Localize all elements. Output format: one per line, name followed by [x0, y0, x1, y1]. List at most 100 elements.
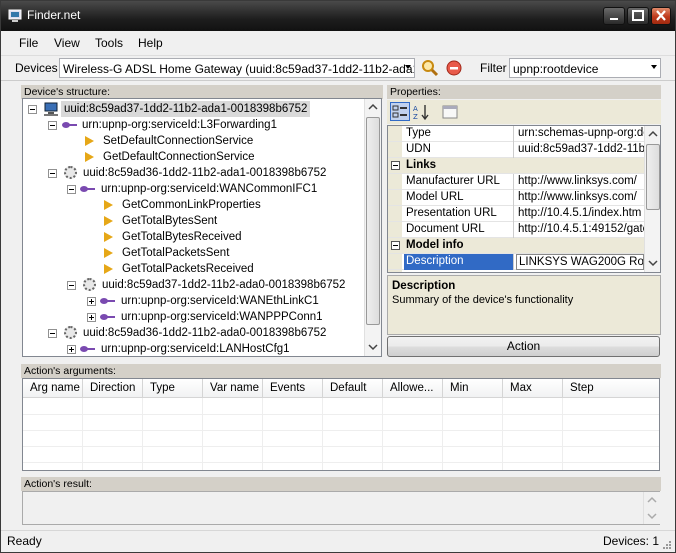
devices-label: Devices	[15, 61, 58, 75]
scroll-down-icon[interactable]	[644, 508, 660, 524]
property-value: http://10.4.5.1/index.htm	[518, 207, 642, 219]
collapse-icon[interactable]	[67, 185, 76, 194]
categorized-button[interactable]	[390, 102, 410, 121]
scroll-up-icon[interactable]	[644, 492, 660, 508]
device-count: Devices: 1	[603, 534, 660, 548]
sort-alpha-icon[interactable]: A Z	[412, 103, 432, 121]
property-value: http://10.4.5.1:49152/gate	[518, 223, 644, 235]
collapse-icon[interactable]	[67, 281, 76, 290]
action-icon	[104, 248, 113, 258]
scroll-down-icon[interactable]	[365, 339, 381, 355]
tree-node-label: GetDefaultConnectionService	[103, 151, 255, 163]
tree-node-action[interactable]: GetTotalPacketsReceived	[23, 261, 363, 277]
tree-node-device[interactable]: uuid:8c59ad36-1dd2-11b2-ada1-0018398b675…	[23, 165, 363, 181]
grid-line	[23, 446, 659, 447]
expand-icon[interactable]	[87, 313, 96, 322]
expand-icon[interactable]	[67, 345, 76, 354]
arguments-table[interactable]: Arg name Direction Type Var name Events …	[22, 378, 660, 471]
search-icon[interactable]	[421, 59, 439, 77]
tree-node-action[interactable]: GetTotalBytesReceived	[23, 229, 363, 245]
tree-node-action[interactable]: GetDefaultConnectionService	[23, 149, 363, 165]
tree-node-device[interactable]: uuid:8c59ad36-1dd2-11b2-ada0-0018398b675…	[23, 325, 363, 341]
device-select-value: Wireless-G ADSL Home Gateway (uuid:8c59a…	[63, 62, 415, 76]
menu-view[interactable]: View	[54, 36, 80, 50]
property-row-presentation-url[interactable]: Presentation URL http://10.4.5.1/index.h…	[388, 206, 644, 222]
close-icon	[656, 10, 666, 21]
tree-node-root-device[interactable]: uuid:8c59ad37-1dd2-11b2-ada1-0018398b675…	[23, 101, 363, 117]
scroll-up-icon[interactable]	[645, 126, 661, 142]
tree-node-label: urn:upnp-org:serviceId:LANHostCfg1	[101, 343, 290, 355]
column-var-name[interactable]: Var name	[203, 379, 263, 398]
collapse-icon[interactable]	[48, 121, 57, 130]
collapse-icon[interactable]	[48, 329, 57, 338]
service-icon	[80, 346, 95, 352]
tree-node-action[interactable]: SetDefaultConnectionService	[23, 133, 363, 149]
collapse-icon[interactable]	[391, 241, 400, 250]
column-arg-name[interactable]: Arg name	[23, 379, 83, 398]
expand-icon[interactable]	[87, 297, 96, 306]
property-row-document-url[interactable]: Document URL http://10.4.5.1:49152/gate	[388, 222, 644, 238]
tree-node-service[interactable]: urn:upnp-org:serviceId:WANPPPConn1	[23, 309, 363, 325]
minimize-button[interactable]	[603, 7, 625, 25]
action-button[interactable]: Action	[387, 336, 660, 357]
tree-node-service[interactable]: urn:upnp-org:serviceId:LANHostCfg1	[23, 341, 363, 356]
tree-node-service[interactable]: urn:upnp-org:serviceId:L3Forwarding1	[23, 117, 363, 133]
stop-icon[interactable]	[445, 59, 463, 77]
resize-grip-icon[interactable]	[661, 539, 673, 551]
grid-line	[322, 398, 323, 470]
maximize-icon	[632, 10, 644, 21]
column-events[interactable]: Events	[263, 379, 323, 398]
result-textbox[interactable]	[22, 491, 660, 525]
menu-help[interactable]: Help	[138, 36, 163, 50]
property-row-type[interactable]: Type urn:schemas-upnp-org:dev	[388, 126, 644, 142]
tree-node-service[interactable]: urn:upnp-org:serviceId:WANCommonIFC1	[23, 181, 363, 197]
tree-node-device[interactable]: uuid:8c59ad37-1dd2-11b2-ada0-0018398b675…	[23, 277, 363, 293]
tree-node-action[interactable]: GetTotalBytesSent	[23, 213, 363, 229]
result-scrollbar[interactable]	[643, 492, 660, 524]
property-category-links[interactable]: Links	[388, 158, 644, 174]
column-default[interactable]: Default	[323, 379, 383, 398]
column-allowed[interactable]: Allowe...	[383, 379, 443, 398]
device-select[interactable]: Wireless-G ADSL Home Gateway (uuid:8c59a…	[59, 58, 415, 78]
tree-scroll-thumb[interactable]	[366, 117, 380, 325]
tree-scrollbar[interactable]	[364, 99, 381, 356]
chevron-down-icon	[405, 65, 411, 69]
filter-select[interactable]: upnp:rootdevice	[509, 58, 661, 78]
property-row-manufacturer-url[interactable]: Manufacturer URL http://www.linksys.com/	[388, 174, 644, 190]
column-type[interactable]: Type	[143, 379, 203, 398]
scroll-down-icon[interactable]	[645, 255, 661, 271]
menu-tools[interactable]: Tools	[95, 36, 123, 50]
tree-node-action[interactable]: GetTotalPacketsSent	[23, 245, 363, 261]
property-key: Document URL	[404, 222, 514, 238]
title-bar[interactable]: Finder.net	[1, 1, 675, 31]
categorized-icon	[392, 105, 407, 118]
column-step[interactable]: Step	[563, 379, 659, 398]
property-key: Type	[404, 126, 514, 142]
property-category-model-info[interactable]: Model info	[388, 238, 644, 254]
property-scrollbar[interactable]	[644, 126, 661, 272]
column-max[interactable]: Max	[503, 379, 563, 398]
property-scroll-thumb[interactable]	[646, 144, 660, 210]
column-direction[interactable]: Direction	[83, 379, 143, 398]
grid-line	[23, 414, 659, 415]
device-tree[interactable]: uuid:8c59ad37-1dd2-11b2-ada1-0018398b675…	[22, 98, 382, 357]
collapse-icon[interactable]	[391, 161, 400, 170]
tree-node-service[interactable]: urn:upnp-org:serviceId:WANEthLinkC1	[23, 293, 363, 309]
scroll-up-icon[interactable]	[365, 99, 381, 115]
collapse-icon[interactable]	[28, 105, 37, 114]
properties-toolbar: A Z	[387, 100, 661, 124]
close-button[interactable]	[651, 7, 671, 25]
tree-node-action[interactable]: GetCommonLinkProperties	[23, 197, 363, 213]
property-value-editor[interactable]: LINKSYS WAG200G Rout	[516, 254, 644, 270]
collapse-icon[interactable]	[48, 169, 57, 178]
result-header: Action's result:	[21, 477, 661, 491]
maximize-button[interactable]	[627, 7, 649, 25]
property-row-udn[interactable]: UDN uuid:8c59ad37-1dd2-11b2-	[388, 142, 644, 158]
tree-node-label: urn:upnp-org:serviceId:L3Forwarding1	[82, 119, 277, 131]
column-min[interactable]: Min	[443, 379, 503, 398]
property-pages-icon[interactable]	[441, 103, 459, 121]
menu-file[interactable]: File	[19, 36, 38, 50]
property-grid[interactable]: Type urn:schemas-upnp-org:dev UDN uuid:8…	[387, 125, 661, 273]
property-row-model-url[interactable]: Model URL http://www.linksys.com/	[388, 190, 644, 206]
property-row-description[interactable]: Description LINKSYS WAG200G Rout	[388, 254, 644, 270]
